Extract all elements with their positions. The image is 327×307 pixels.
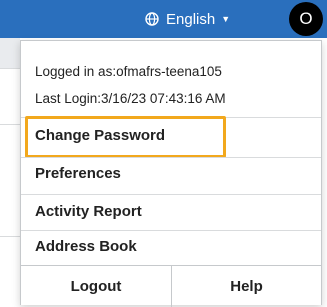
avatar-initial: O bbox=[299, 9, 313, 28]
user-avatar[interactable]: O bbox=[289, 2, 323, 36]
background-panel bbox=[0, 38, 20, 68]
language-selector[interactable]: English ▼ bbox=[145, 0, 230, 38]
menu-divider bbox=[21, 194, 321, 195]
help-button[interactable]: Help bbox=[172, 266, 321, 307]
logged-in-text: Logged in as:ofmafrs-teena105 bbox=[35, 64, 222, 79]
user-dropdown-menu: Logged in as:ofmafrs-teena105 Last Login… bbox=[20, 40, 322, 307]
last-login-text: Last Login:3/16/23 07:43:16 AM bbox=[35, 91, 226, 106]
address-book-item[interactable]: Address Book bbox=[35, 238, 137, 255]
background-panel bbox=[0, 68, 20, 125]
logout-button[interactable]: Logout bbox=[21, 266, 172, 307]
caret-down-icon: ▼ bbox=[221, 14, 231, 24]
background-panel bbox=[0, 236, 20, 306]
menu-footer: Logout Help bbox=[21, 265, 321, 307]
activity-report-item[interactable]: Activity Report bbox=[35, 203, 142, 220]
language-label: English bbox=[166, 10, 216, 28]
globe-icon bbox=[145, 12, 159, 26]
change-password-item[interactable]: Change Password bbox=[35, 127, 165, 144]
top-navigation-bar: English ▼ O bbox=[0, 0, 327, 38]
preferences-item[interactable]: Preferences bbox=[35, 165, 121, 182]
menu-divider bbox=[21, 230, 321, 231]
background-panel bbox=[0, 124, 20, 185]
menu-divider bbox=[21, 157, 321, 158]
